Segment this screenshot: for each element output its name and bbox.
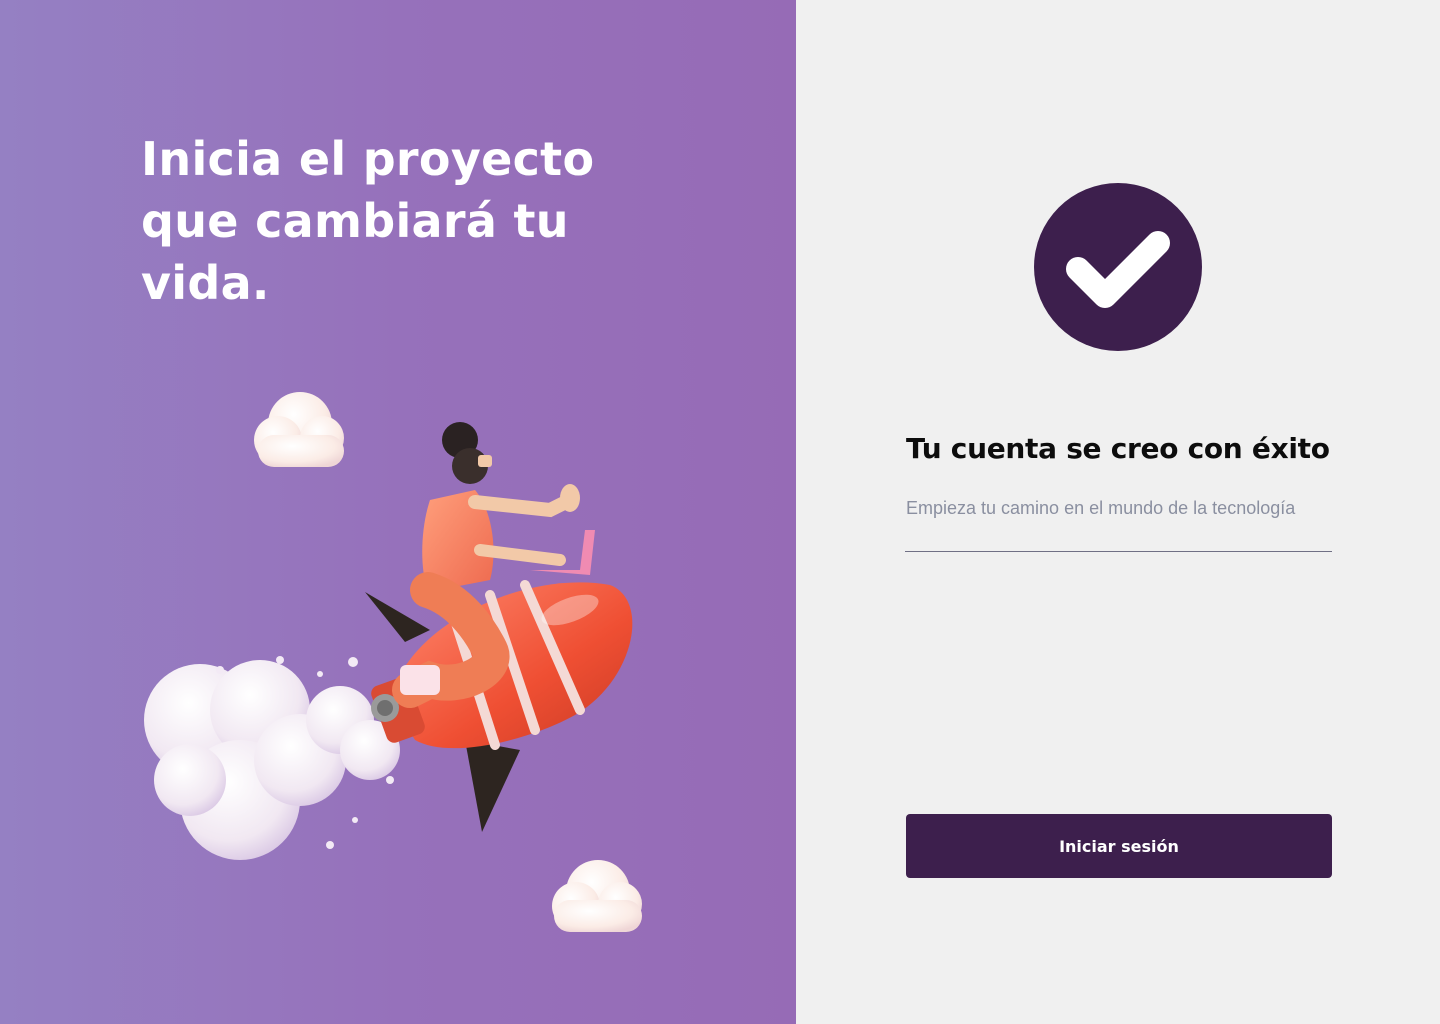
checkmark-icon <box>1066 231 1170 308</box>
check-circle-icon <box>1034 183 1202 351</box>
success-subtitle: Empieza tu camino en el mundo de la tecn… <box>906 498 1296 518</box>
login-button[interactable]: Iniciar sesión <box>906 814 1332 878</box>
small-cloud-bottom <box>552 860 642 932</box>
divider <box>905 551 1332 552</box>
hero-title: Inicia el proyecto que cambiará tu vida. <box>141 132 595 310</box>
small-cloud-top <box>254 392 344 467</box>
rocket-rider-illustration <box>144 392 642 932</box>
exhaust-cloud <box>144 656 400 860</box>
success-panel: Tu cuenta se creo con éxito Empieza tu c… <box>796 0 1440 1024</box>
hero-panel: Inicia el proyecto que cambiará tu vida. <box>0 0 796 1024</box>
success-title: Tu cuenta se creo con éxito <box>906 432 1330 465</box>
